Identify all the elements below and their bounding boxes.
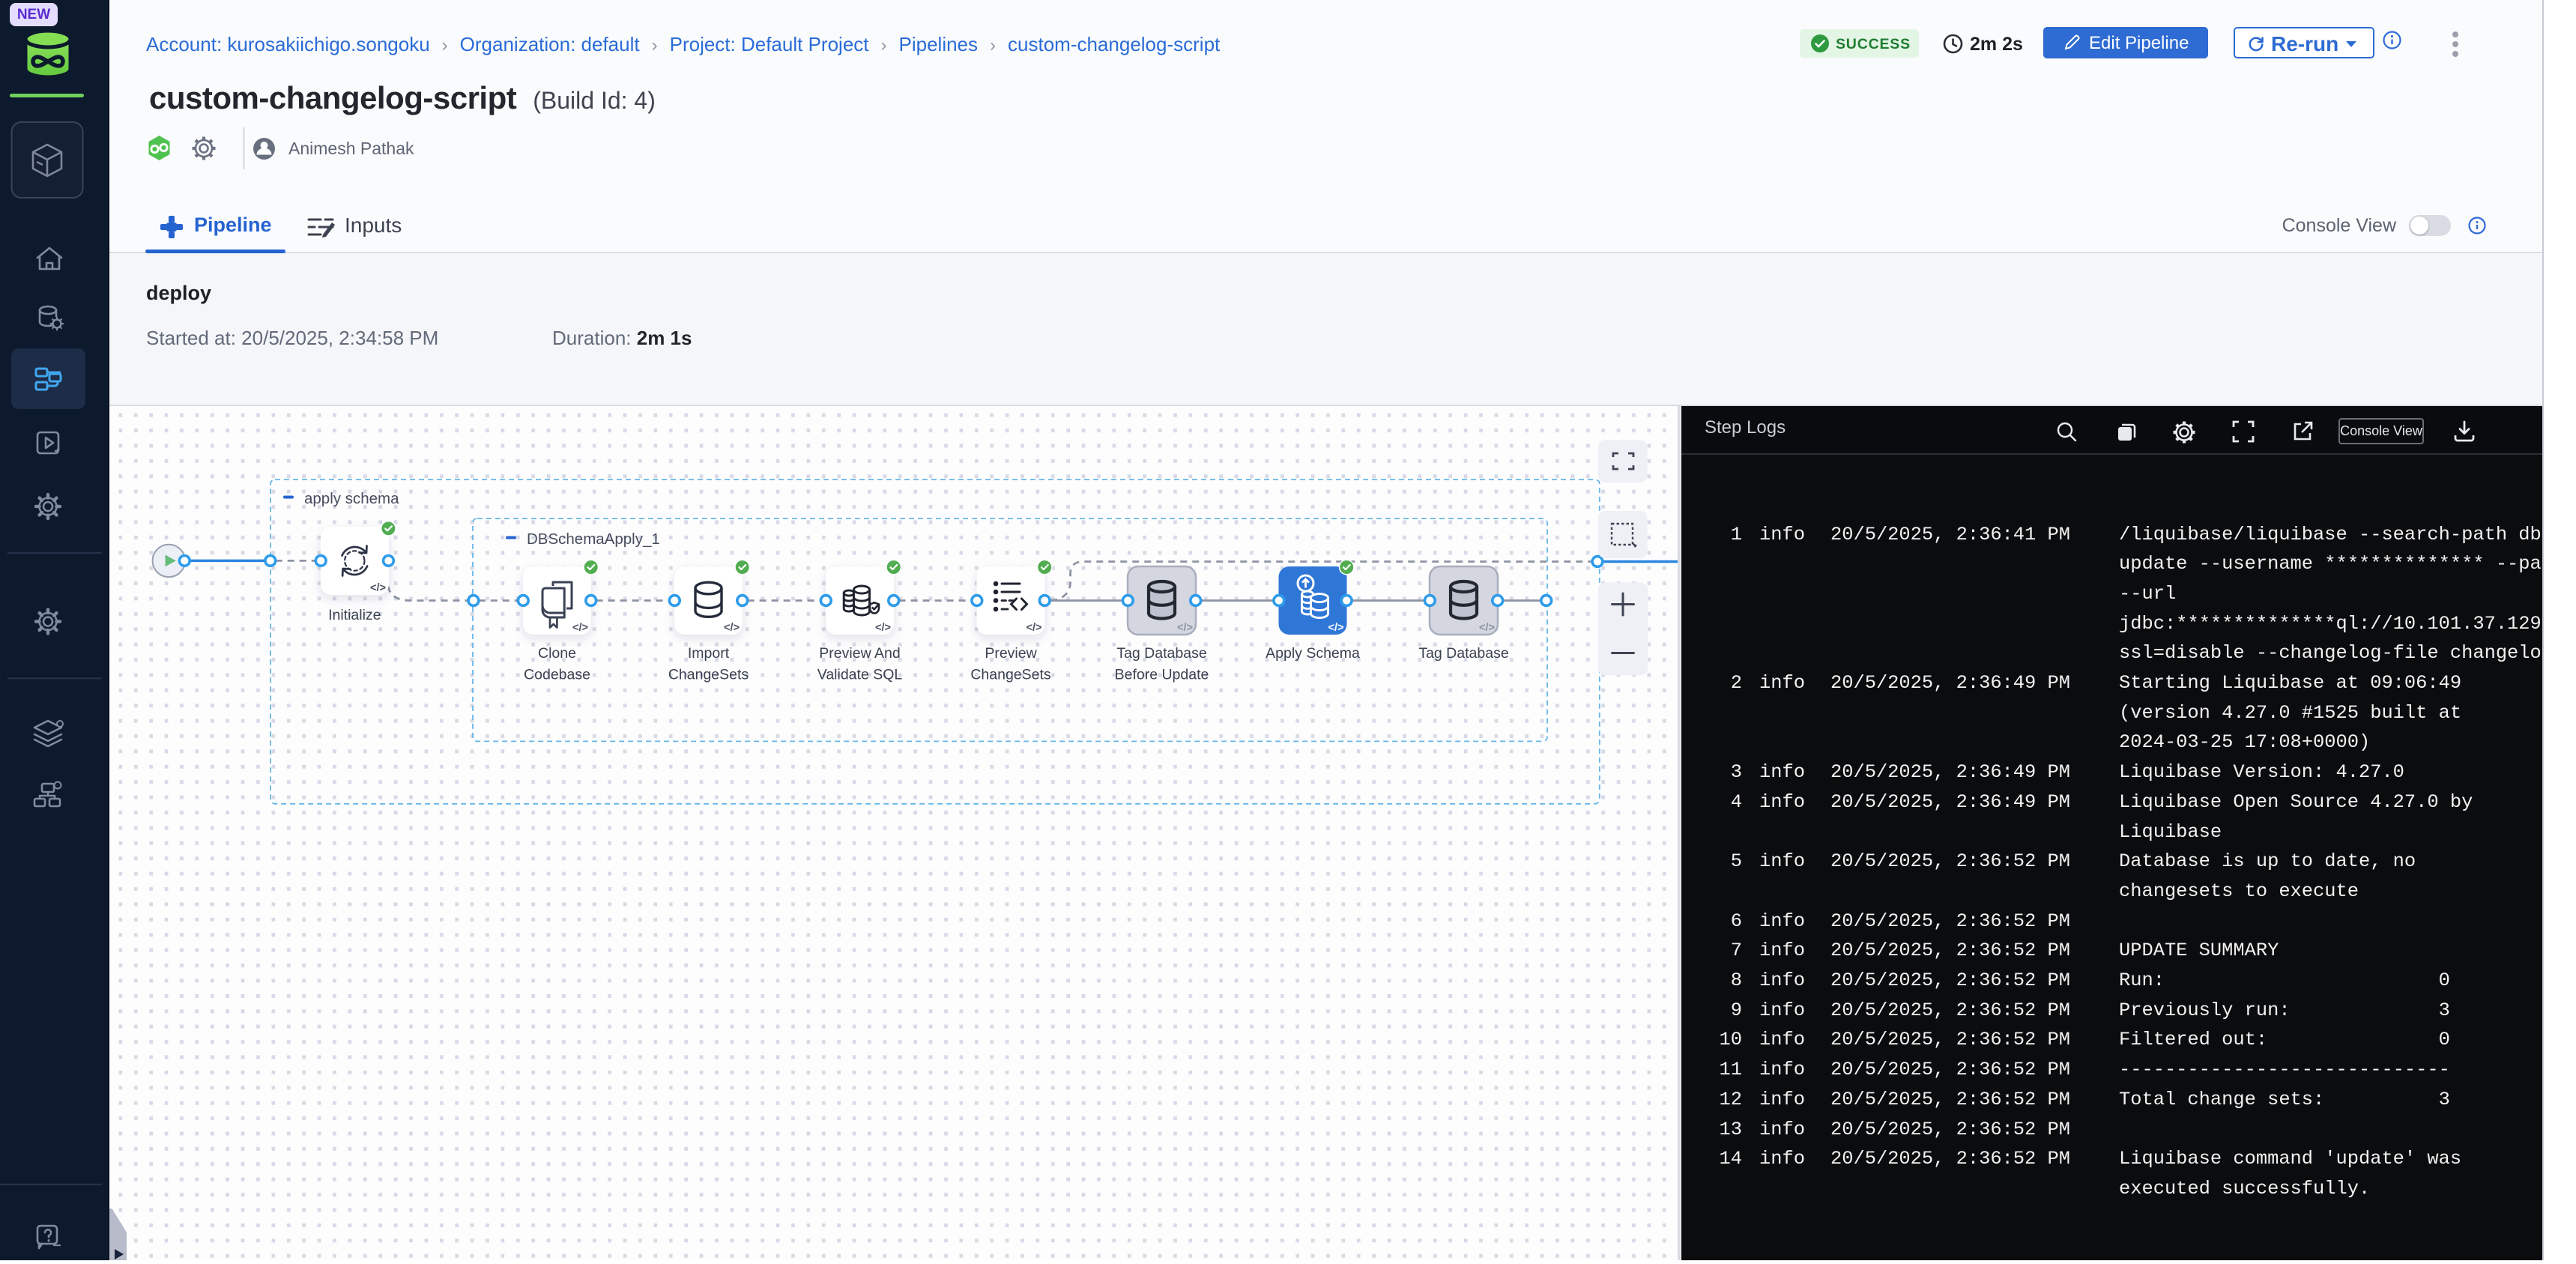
svg-text:Tag Database: Tag Database bbox=[1418, 645, 1508, 662]
svg-text:</>: </> bbox=[1328, 622, 1344, 634]
svg-text:Initialize: Initialize bbox=[328, 607, 381, 623]
svg-text:ChangeSets: ChangeSets bbox=[668, 667, 749, 683]
svg-text:Apply Schema: Apply Schema bbox=[1266, 645, 1360, 662]
svg-text:Preview And: Preview And bbox=[819, 645, 900, 662]
svg-text:Import: Import bbox=[688, 645, 730, 662]
svg-text:Before Update: Before Update bbox=[1115, 667, 1209, 683]
svg-text:DBSchemaApply_1: DBSchemaApply_1 bbox=[527, 530, 660, 548]
svg-text:ChangeSets: ChangeSets bbox=[970, 667, 1051, 683]
svg-text:</>: </> bbox=[1027, 622, 1042, 634]
svg-text:Validate SQL: Validate SQL bbox=[817, 667, 903, 683]
svg-text:</>: </> bbox=[875, 622, 891, 634]
svg-text:Clone: Clone bbox=[538, 645, 576, 662]
svg-text:Preview: Preview bbox=[985, 645, 1037, 662]
svg-text:apply schema: apply schema bbox=[304, 490, 399, 507]
svg-text:Tag Database: Tag Database bbox=[1116, 645, 1206, 662]
svg-text:</>: </> bbox=[1479, 622, 1495, 634]
svg-text:</>: </> bbox=[370, 582, 386, 594]
svg-text:</>: </> bbox=[1177, 622, 1193, 634]
svg-text:</>: </> bbox=[724, 622, 740, 634]
svg-text:</>: </> bbox=[572, 622, 588, 634]
svg-text:Codebase: Codebase bbox=[524, 667, 590, 683]
